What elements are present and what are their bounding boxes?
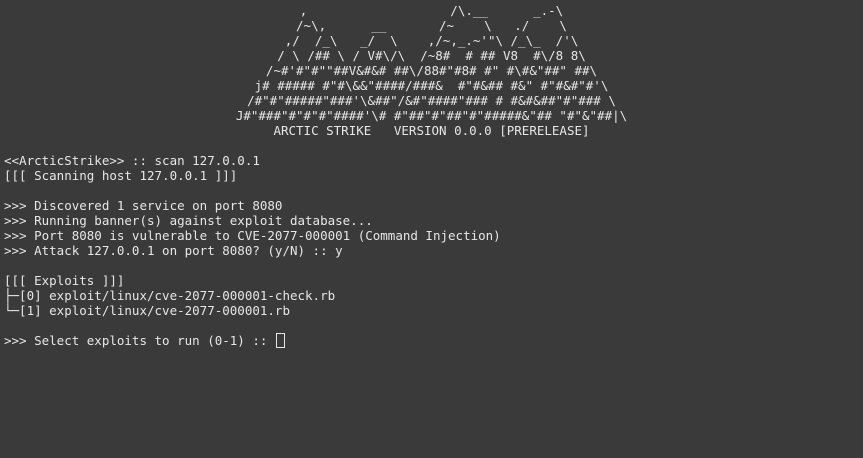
ascii-banner: , /\.__ _.-\ /~\, __ /~ \ ./ \ ,/ /_\ _/… bbox=[0, 3, 863, 138]
banner-title: ARCTIC STRIKE VERSION 0.0.0 [PRERELEASE] bbox=[273, 123, 590, 138]
discovered-message: >>> Discovered 1 service on port 8080 bbox=[4, 198, 283, 213]
select-prompt-line[interactable]: >>> Select exploits to run (0-1) :: bbox=[4, 333, 863, 348]
exploits-header: [[[ Exploits ]]] bbox=[4, 273, 125, 288]
banner-check-message: >>> Running banner(s) against exploit da… bbox=[4, 213, 373, 228]
select-prompt-text: >>> Select exploits to run (0-1) :: bbox=[4, 333, 275, 348]
vulnerability-message: >>> Port 8080 is vulnerable to CVE-2077-… bbox=[4, 228, 501, 243]
exploit-list-item: ├─[0] exploit/linux/cve-2077-000001-chec… bbox=[4, 288, 336, 303]
scanning-status: [[[ Scanning host 127.0.0.1 ]]] bbox=[4, 168, 238, 183]
banner-art-line: /~#'#"#""##V&#&# ##\/88#"#8# #" #\#&"##"… bbox=[265, 63, 598, 78]
attack-confirm-line: >>> Attack 127.0.0.1 on port 8080? (y/N)… bbox=[4, 243, 343, 258]
banner-art-line: /#"#"#####"###'\&##"/&#"####"### # #&#&#… bbox=[247, 93, 616, 108]
banner-art-line: , /\.__ _.-\ bbox=[299, 3, 564, 18]
banner-art-line: /~\, __ /~ \ ./ \ bbox=[296, 18, 567, 33]
banner-art-line: / \ /## \ / V#\/\ /~8# # ## V8 #\/8 8\ bbox=[277, 48, 586, 63]
banner-art-line: ,/ /_\ _/ \ ,/~,_.~'"\ /_\_ /'\ bbox=[284, 33, 579, 48]
exploit-list-item: └─[1] exploit/linux/cve-2077-000001.rb bbox=[4, 303, 290, 318]
command-line: <<ArcticStrike>> :: scan 127.0.0.1 bbox=[4, 153, 260, 168]
banner-art-line: j# ##### #"#\&&"####/###& #"#&## #&" #"#… bbox=[254, 78, 609, 93]
banner-art-line: J#"###"#"#"#"####'\# #"##"#"##"#"#####&"… bbox=[235, 108, 628, 123]
terminal-window[interactable]: , /\.__ _.-\ /~\, __ /~ \ ./ \ ,/ /_\ _/… bbox=[0, 0, 863, 458]
text-cursor[interactable] bbox=[275, 333, 285, 348]
